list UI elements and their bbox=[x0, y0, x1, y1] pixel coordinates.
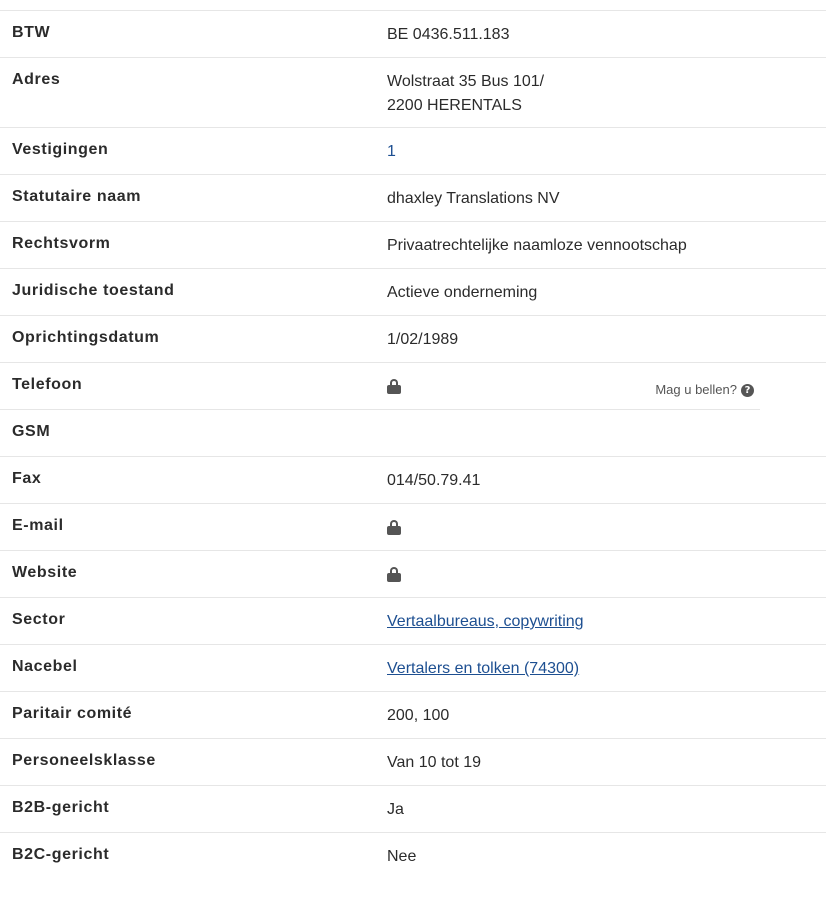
value-fax: 014/50.79.41 bbox=[387, 472, 481, 489]
company-details-table: BTW BE 0436.511.183 Adres Wolstraat 35 B… bbox=[0, 10, 826, 880]
label-b2b: B2B-gericht bbox=[12, 799, 110, 816]
label-juridische-toestand: Juridische toestand bbox=[12, 282, 175, 299]
row-juridische-toestand: Juridische toestand Actieve onderneming bbox=[0, 269, 826, 316]
label-nacebel: Nacebel bbox=[12, 658, 78, 675]
row-btw: BTW BE 0436.511.183 bbox=[0, 11, 826, 58]
value-gsm bbox=[375, 410, 826, 456]
sector-link[interactable]: Vertaalbureaus, copywriting bbox=[387, 613, 584, 630]
row-oprichtingsdatum: Oprichtingsdatum 1/02/1989 bbox=[0, 316, 826, 363]
label-vestigingen: Vestigingen bbox=[12, 141, 109, 158]
label-email: E-mail bbox=[12, 517, 64, 534]
row-fax: Fax 014/50.79.41 bbox=[0, 457, 826, 504]
value-oprichtingsdatum: 1/02/1989 bbox=[387, 331, 459, 348]
row-statutaire-naam: Statutaire naam dhaxley Translations NV bbox=[0, 175, 826, 222]
vestigingen-link[interactable]: 1 bbox=[387, 143, 396, 160]
value-b2c: Nee bbox=[387, 848, 417, 865]
row-vestigingen: Vestigingen 1 bbox=[0, 128, 826, 175]
lock-icon[interactable] bbox=[387, 567, 401, 582]
value-vestigingen: 1 bbox=[375, 128, 826, 174]
value-rechtsvorm: Privaatrechtelijke naamloze vennootschap bbox=[387, 237, 687, 254]
value-statutaire-naam: dhaxley Translations NV bbox=[387, 190, 560, 207]
row-sector: Sector Vertaalbureaus, copywriting bbox=[0, 598, 826, 645]
label-adres: Adres bbox=[12, 71, 61, 88]
value-nacebel: Vertalers en tolken (74300) bbox=[375, 645, 826, 691]
row-rechtsvorm: Rechtsvorm Privaatrechtelijke naamloze v… bbox=[0, 222, 826, 269]
row-personeelsklasse: Personeelsklasse Van 10 tot 19 bbox=[0, 739, 826, 786]
label-fax: Fax bbox=[12, 470, 42, 487]
label-telefoon: Telefoon bbox=[12, 376, 83, 393]
value-btw: BE 0436.511.183 bbox=[387, 26, 510, 43]
label-gsm: GSM bbox=[12, 423, 51, 440]
help-icon[interactable]: ? bbox=[741, 383, 754, 397]
nacebel-link[interactable]: Vertalers en tolken (74300) bbox=[387, 660, 579, 677]
address-line-2: 2200 HERENTALS bbox=[387, 97, 522, 114]
row-b2c: B2C-gericht Nee bbox=[0, 833, 826, 880]
row-gsm: GSM bbox=[0, 410, 826, 457]
value-b2b: Ja bbox=[387, 801, 404, 818]
label-personeelsklasse: Personeelsklasse bbox=[12, 752, 156, 769]
row-adres: Adres Wolstraat 35 Bus 101/ 2200 HERENTA… bbox=[0, 58, 826, 128]
label-statutaire-naam: Statutaire naam bbox=[12, 188, 142, 205]
label-btw: BTW bbox=[12, 24, 51, 41]
call-permission-hint[interactable]: Mag u bellen? ? bbox=[655, 378, 754, 402]
label-rechtsvorm: Rechtsvorm bbox=[12, 235, 111, 252]
row-b2b: B2B-gericht Ja bbox=[0, 786, 826, 833]
row-email: E-mail bbox=[0, 504, 826, 551]
lock-icon[interactable] bbox=[387, 379, 401, 394]
label-sector: Sector bbox=[12, 611, 66, 628]
value-juridische-toestand: Actieve onderneming bbox=[387, 284, 538, 301]
value-telefoon: Mag u bellen? ? bbox=[375, 363, 826, 410]
value-paritair-comite: 200, 100 bbox=[387, 707, 450, 724]
label-oprichtingsdatum: Oprichtingsdatum bbox=[12, 329, 160, 346]
lock-icon[interactable] bbox=[387, 520, 401, 535]
label-website: Website bbox=[12, 564, 78, 581]
label-paritair-comite: Paritair comité bbox=[12, 705, 133, 722]
value-adres: Wolstraat 35 Bus 101/ 2200 HERENTALS bbox=[375, 58, 826, 127]
row-telefoon: Telefoon Mag u bellen? ? bbox=[0, 363, 826, 410]
value-sector: Vertaalbureaus, copywriting bbox=[375, 598, 826, 644]
label-b2c: B2C-gericht bbox=[12, 846, 110, 863]
value-email bbox=[375, 504, 826, 550]
address-line-1: Wolstraat 35 Bus 101/ bbox=[387, 73, 545, 90]
call-permission-text: Mag u bellen? bbox=[655, 382, 737, 397]
row-nacebel: Nacebel Vertalers en tolken (74300) bbox=[0, 645, 826, 692]
value-website bbox=[375, 551, 826, 597]
value-personeelsklasse: Van 10 tot 19 bbox=[387, 754, 481, 771]
row-paritair-comite: Paritair comité 200, 100 bbox=[0, 692, 826, 739]
row-website: Website bbox=[0, 551, 826, 598]
